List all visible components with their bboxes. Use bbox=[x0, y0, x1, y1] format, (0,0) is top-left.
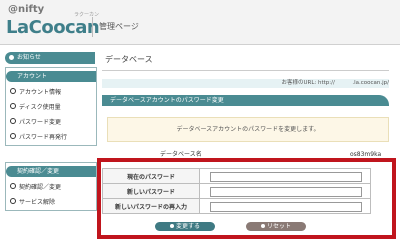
lacoocan-ruby: ラクーカン bbox=[74, 12, 100, 18]
sidebar-group-title: 契約確認／変更 bbox=[6, 166, 96, 177]
circle-arrow-icon bbox=[10, 103, 16, 109]
circle-arrow-icon bbox=[10, 183, 16, 189]
sidebar-item-contract[interactable]: 契約確認／変更 bbox=[6, 180, 96, 195]
customer-url: お客様のURL: http:// .la.coocan.jp/ bbox=[102, 79, 389, 88]
new-password-label: 新しいパスワード bbox=[102, 183, 200, 199]
bullet-icon bbox=[9, 54, 14, 60]
confirm-password-label: 新しいパスワードの再入力 bbox=[102, 198, 200, 214]
password-form: 現在のパスワード 新しいパスワード 新しいパスワードの再入力 bbox=[102, 168, 371, 214]
new-password-input[interactable] bbox=[210, 186, 362, 197]
sidebar-item-password-reissue[interactable]: パスワード再発行 bbox=[6, 130, 96, 145]
sidebar-item-disk-usage[interactable]: ディスク使用量 bbox=[6, 100, 96, 115]
db-name-row: データベース名 os83m9ka bbox=[102, 150, 389, 159]
arrow-icon bbox=[169, 224, 174, 228]
db-name-label: データベース名 bbox=[160, 151, 202, 158]
sidebar-group-account: アカウント アカウント情報 ディスク使用量 パスワード変更 パスワード再発行 bbox=[5, 67, 97, 146]
current-password-input[interactable] bbox=[210, 171, 362, 182]
sidebar-item-account-info[interactable]: アカウント情報 bbox=[6, 85, 96, 100]
sidebar-item-password-change[interactable]: パスワード変更 bbox=[6, 115, 96, 130]
circle-arrow-icon bbox=[10, 88, 16, 94]
title-divider bbox=[102, 70, 389, 71]
notice-box: データベースアカウントのパスワードを変更します。 bbox=[107, 117, 389, 142]
header: @nifty LaCoocan ラクーカン 管理ページ bbox=[0, 0, 400, 45]
nifty-logo[interactable]: @nifty bbox=[8, 4, 44, 15]
circle-arrow-icon bbox=[10, 198, 16, 204]
current-password-label: 現在のパスワード bbox=[102, 168, 200, 184]
lacoocan-logo[interactable]: LaCoocan bbox=[6, 17, 100, 38]
sidebar-group-contract: 契約確認／変更 契約確認／変更 サービス解除 bbox=[5, 162, 97, 211]
sidebar-item-notice[interactable]: お知らせ bbox=[5, 52, 95, 64]
circle-arrow-icon bbox=[10, 118, 16, 124]
sidebar-item-label: お知らせ bbox=[17, 54, 41, 61]
change-button[interactable]: 変更する bbox=[155, 222, 215, 231]
header-title: 管理ページ bbox=[99, 22, 139, 31]
sidebar-item-cancel-service[interactable]: サービス解除 bbox=[6, 195, 96, 210]
circle-arrow-icon bbox=[10, 133, 16, 139]
db-name-value: os83m9ka bbox=[350, 151, 382, 158]
confirm-password-input[interactable] bbox=[210, 201, 362, 212]
arrow-icon bbox=[260, 224, 265, 228]
sidebar-group-title: アカウント bbox=[6, 71, 96, 82]
header-divider bbox=[92, 17, 93, 37]
section-title: データベースアカウントのパスワード変更 bbox=[102, 95, 389, 106]
page-title: データベース bbox=[105, 55, 153, 64]
reset-button[interactable]: リセット bbox=[246, 222, 306, 231]
